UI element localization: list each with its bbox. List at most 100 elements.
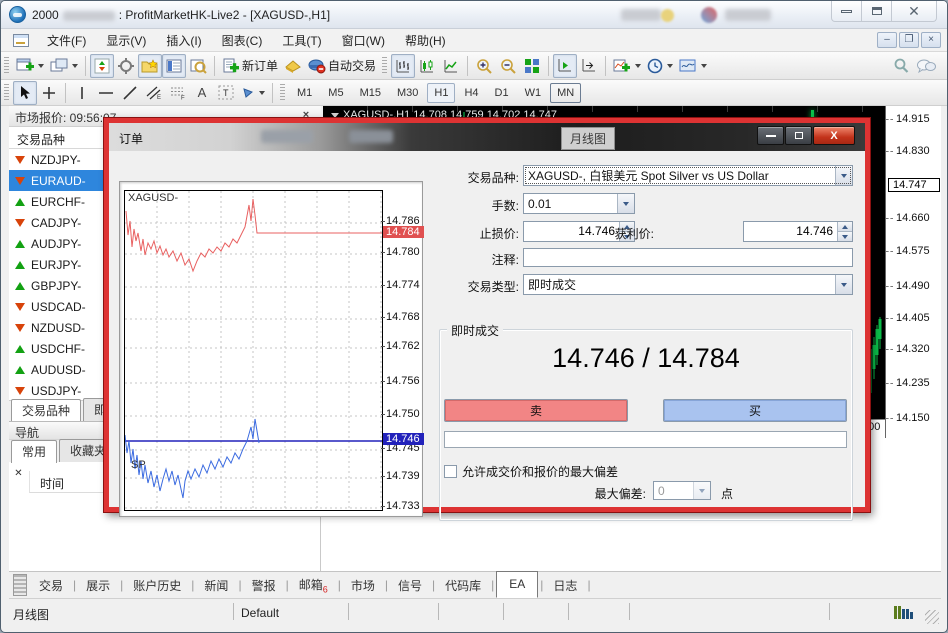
menu-item[interactable]: 文件(F) [37, 29, 96, 52]
bottom-tab-EA[interactable]: EA [496, 571, 538, 598]
symbol-label: 交易品种: [439, 169, 519, 186]
tab-交易品种[interactable]: 交易品种 [11, 399, 81, 422]
order-type-select[interactable]: 即时成交 [523, 274, 853, 295]
new-chart-button[interactable] [13, 54, 47, 78]
equidistant-channel-button[interactable]: E [142, 81, 166, 105]
chart-shift-button[interactable] [577, 54, 601, 78]
toolbar-grip[interactable] [4, 57, 9, 75]
new-order-button[interactable]: 新订单 [219, 54, 281, 78]
timeframe-m15-button[interactable]: M15 [353, 83, 388, 103]
timeframe-w1-button[interactable]: W1 [518, 83, 549, 103]
buy-button[interactable]: 买 [663, 399, 847, 422]
toolbar-grip[interactable] [382, 57, 387, 75]
autotrading-button[interactable]: 自动交易 [305, 54, 379, 78]
fibonacci-button[interactable]: F [166, 81, 190, 105]
menu-item[interactable]: 插入(I) [156, 29, 211, 52]
navigator-toggle-button[interactable] [138, 54, 162, 78]
zoom-in-icon [476, 58, 492, 74]
timeframe-mn-button[interactable]: MN [550, 83, 581, 103]
vertical-line-button[interactable] [70, 81, 94, 105]
status-profile[interactable]: Default [241, 606, 279, 620]
bottom-tab-代码库[interactable]: 代码库 [437, 573, 489, 598]
bottom-tab-账户历史[interactable]: 账户历史 [125, 573, 189, 598]
bottom-tab-警报[interactable]: 警报 [244, 573, 284, 598]
arrow-up-icon [15, 198, 25, 206]
price-scale[interactable]: 14.91514.83014.74714.66014.57514.49014.4… [885, 106, 941, 438]
text-label-button[interactable]: T [214, 81, 238, 105]
timeframe-h4-button[interactable]: H4 [457, 83, 485, 103]
search-button[interactable] [889, 54, 913, 78]
timeframe-m5-button[interactable]: M5 [321, 83, 350, 103]
chart-window-icon[interactable] [13, 34, 29, 47]
market-watch-toggle-button[interactable] [90, 54, 114, 78]
close-button[interactable]: ✕ [892, 1, 936, 21]
autotrading-label: 自动交易 [328, 57, 376, 74]
strategy-tester-button[interactable] [186, 54, 210, 78]
horizontal-line-button[interactable] [94, 81, 118, 105]
indicators-button[interactable] [610, 54, 644, 78]
candlestick-chart-button[interactable] [415, 54, 439, 78]
bottom-tab-邮箱[interactable]: 邮箱6 [291, 572, 336, 598]
terminal-close-icon[interactable]: ✕ [11, 466, 26, 481]
order-dialog-titlebar[interactable]: 订单 月线图 X [109, 123, 865, 151]
metaeditor-button[interactable] [281, 54, 305, 78]
timeframe-h1-button[interactable]: H1 [427, 83, 455, 103]
dialog-restore-button[interactable] [785, 126, 812, 145]
bottom-tab-日志[interactable]: 日志 [545, 573, 585, 598]
sell-button[interactable]: 卖 [444, 399, 628, 422]
mdi-restore-button[interactable]: ❐ [899, 32, 919, 48]
tab-常用[interactable]: 常用 [11, 440, 57, 463]
line-chart-button[interactable] [439, 54, 463, 78]
title-bar: 2000: ProfitMarketHK-Live2 - [XAGUSD-,H1… [1, 1, 948, 29]
takeprofit-input[interactable]: 14.746 [743, 221, 853, 242]
periods-button[interactable] [644, 54, 676, 78]
menu-item[interactable]: 显示(V) [96, 29, 156, 52]
timeframe-m30-button[interactable]: M30 [390, 83, 425, 103]
terminal-grip-icon[interactable] [13, 574, 27, 596]
bottom-tab-交易[interactable]: 交易 [31, 573, 71, 598]
deviation-checkbox[interactable] [444, 465, 457, 478]
dialog-minimize-button[interactable] [757, 126, 784, 145]
standard-toolbar: 新订单 自动交易 [1, 52, 948, 80]
profiles-button[interactable] [47, 54, 81, 78]
data-window-button[interactable] [114, 54, 138, 78]
mdi-minimize-button[interactable]: – [877, 32, 897, 48]
bottom-tab-展示[interactable]: 展示 [78, 573, 118, 598]
arrows-button[interactable] [238, 81, 268, 105]
maximize-button[interactable] [862, 1, 892, 21]
deviation-check-row[interactable]: 允许成交价和报价的最大偏差 [444, 463, 618, 480]
mdi-close-button[interactable]: × [921, 32, 941, 48]
toolbar-grip[interactable] [280, 84, 285, 102]
comment-input[interactable] [523, 248, 853, 267]
bar-chart-button[interactable] [391, 54, 415, 78]
max-deviation-select[interactable]: 0 [653, 481, 711, 500]
text-button[interactable]: A [190, 81, 214, 105]
timeframe-m1-button[interactable]: M1 [290, 83, 319, 103]
symbol-select[interactable]: XAGUSD-, 白银美元 Spot Silver vs US Dollar [523, 165, 853, 186]
chat-button[interactable] [913, 54, 939, 78]
chevron-down-icon [835, 275, 852, 294]
timeframe-d1-button[interactable]: D1 [488, 83, 516, 103]
bottom-tab-新闻[interactable]: 新闻 [196, 573, 236, 598]
toolbar-grip[interactable] [4, 84, 9, 102]
resize-grip[interactable] [925, 610, 939, 624]
zoom-in-button[interactable] [472, 54, 496, 78]
menu-item[interactable]: 工具(T) [272, 29, 331, 52]
tile-windows-button[interactable] [520, 54, 544, 78]
volume-select[interactable]: 0.01 [523, 193, 635, 214]
zoom-out-button[interactable] [496, 54, 520, 78]
bottom-tab-信号[interactable]: 信号 [390, 573, 430, 598]
cursor-button[interactable] [13, 81, 37, 105]
menu-item[interactable]: 帮助(H) [395, 29, 456, 52]
terminal-toggle-button[interactable] [162, 54, 186, 78]
dialog-close-button[interactable]: X [813, 126, 855, 145]
templates-button[interactable] [676, 54, 710, 78]
trendline-button[interactable] [118, 81, 142, 105]
menu-item[interactable]: 图表(C) [212, 29, 273, 52]
crosshair-button[interactable] [37, 81, 61, 105]
minimize-button[interactable] [832, 1, 862, 21]
bid-price-box: 14.746 [383, 433, 424, 445]
bottom-tab-市场[interactable]: 市场 [343, 573, 383, 598]
autoscroll-button[interactable] [553, 54, 577, 78]
menu-item[interactable]: 窗口(W) [332, 29, 395, 52]
